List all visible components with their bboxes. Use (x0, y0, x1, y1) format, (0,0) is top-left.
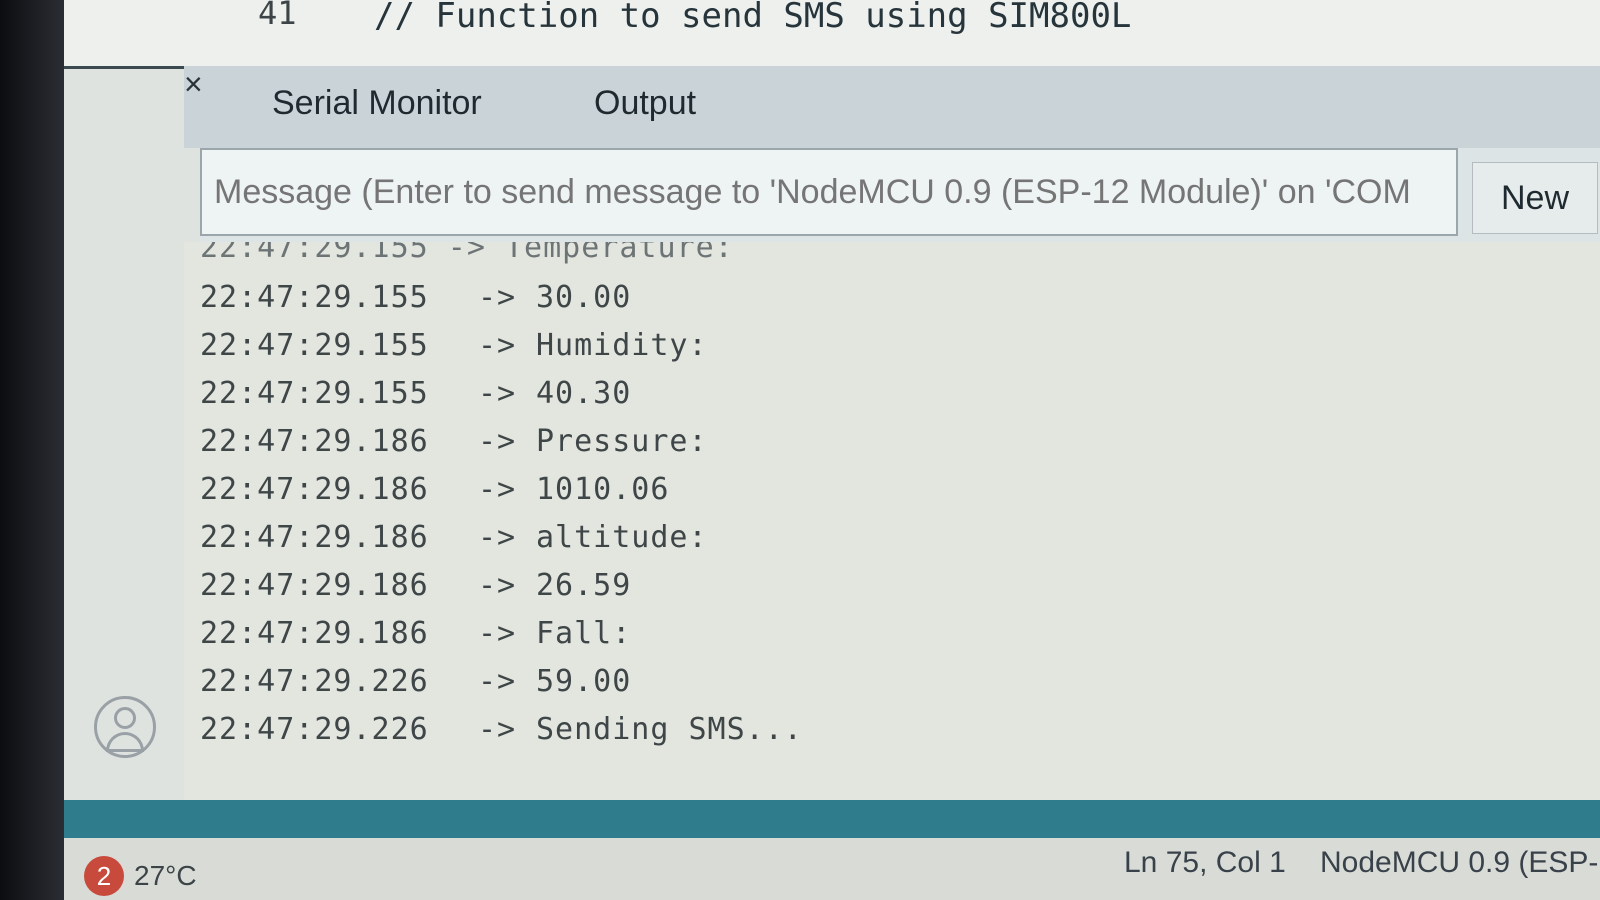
output-text: Sending SMS... (536, 712, 803, 747)
arrow: -> (478, 664, 517, 699)
screen-bezel (0, 0, 64, 900)
arrow: -> (478, 376, 517, 411)
arrow: -> (478, 568, 517, 603)
timestamp: 22:47:29.186 (200, 424, 429, 459)
output-line-partial: 22:47:29.155 -> Temperature: (200, 242, 734, 265)
output-line: 22:47:29.155 -> Humidity: (200, 328, 708, 363)
output-line: 22:47:29.186 -> 26.59 (200, 568, 631, 603)
timestamp: 22:47:29.155 (200, 376, 429, 411)
output-text: 1010.06 (536, 472, 670, 507)
weather-temperature[interactable]: 27°C (134, 860, 197, 892)
timestamp: 22:47:29.186 (200, 568, 429, 603)
output-text: altitude: (536, 520, 708, 555)
message-row: New (200, 148, 1600, 242)
new-line-dropdown[interactable]: New (1472, 162, 1598, 234)
arrow: -> (478, 280, 517, 315)
output-text: 30.00 (536, 280, 632, 315)
output-line: 22:47:29.186 -> 1010.06 (200, 472, 669, 507)
arrow: -> (478, 712, 517, 747)
output-text: Humidity: (536, 328, 708, 363)
cursor-position[interactable]: Ln 75, Col 1 (1124, 846, 1286, 880)
output-text: Pressure: (536, 424, 708, 459)
timestamp: 22:47:29.155 (200, 280, 429, 315)
close-icon[interactable]: × (184, 66, 203, 102)
output-line: 22:47:29.226 -> Sending SMS... (200, 712, 803, 747)
notification-badge[interactable]: 2 (84, 856, 124, 896)
tab-serial-monitor[interactable]: Serial Monitor (272, 84, 482, 123)
output-text: 59.00 (536, 664, 632, 699)
arrow: -> (478, 328, 517, 363)
line-number: 41 (258, 0, 297, 32)
serial-output[interactable]: 22:47:29.155 -> Temperature: 22:47:29.15… (184, 242, 1600, 800)
arduino-ide-window: 41 // Function to send SMS using SIM800L… (64, 0, 1600, 900)
tab-output[interactable]: Output (594, 84, 696, 123)
arrow: -> (478, 616, 517, 651)
output-line: 22:47:29.186 -> Fall: (200, 616, 631, 651)
output-line: 22:47:29.186 -> Pressure: (200, 424, 708, 459)
account-icon[interactable] (94, 696, 156, 758)
code-editor: 41 // Function to send SMS using SIM800L (64, 0, 1600, 69)
timestamp: 22:47:29.226 (200, 664, 429, 699)
bottom-panel-tabs: Serial Monitor × Output (184, 66, 1600, 148)
status-accent-bar (64, 800, 1600, 838)
timestamp: 22:47:29.186 (200, 472, 429, 507)
message-input[interactable] (200, 148, 1458, 236)
output-line: 22:47:29.186 -> altitude: (200, 520, 708, 555)
arrow: -> (478, 520, 517, 555)
timestamp: 22:47:29.186 (200, 520, 429, 555)
output-line: 22:47:29.155 -> 30.00 (200, 280, 631, 315)
timestamp: 22:47:29.155 (200, 328, 429, 363)
output-line: 22:47:29.226 -> 59.00 (200, 664, 631, 699)
timestamp: 22:47:29.226 (200, 712, 429, 747)
arrow: -> (478, 424, 517, 459)
timestamp: 22:47:29.186 (200, 616, 429, 651)
output-text: Fall: (536, 616, 632, 651)
arrow: -> (478, 472, 517, 507)
status-bar: Ln 75, Col 1 NodeMCU 0.9 (ESP- (64, 800, 1600, 900)
output-line: 22:47:29.155 -> 40.30 (200, 376, 631, 411)
board-selector[interactable]: NodeMCU 0.9 (ESP- (1320, 846, 1598, 880)
code-line[interactable]: // Function to send SMS using SIM800L (374, 0, 1131, 36)
output-text: 26.59 (536, 568, 632, 603)
output-text: 40.30 (536, 376, 632, 411)
